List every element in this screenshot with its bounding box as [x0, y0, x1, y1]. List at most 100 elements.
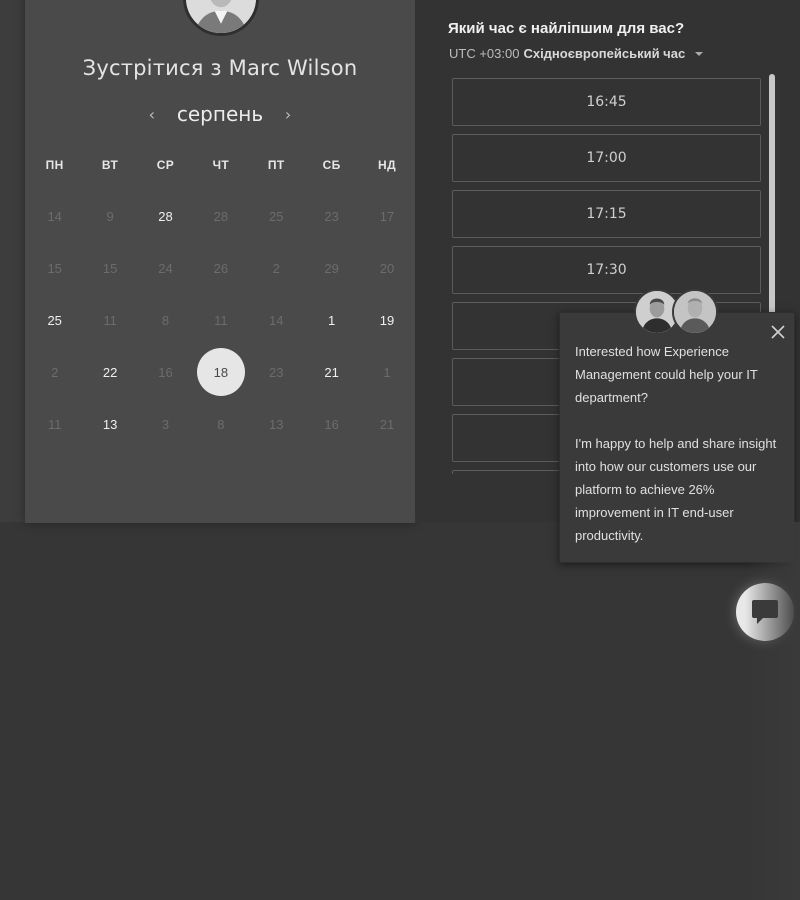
calendar-day-selected[interactable]: 18 [193, 346, 248, 398]
calendar-day-number: 13 [102, 416, 118, 432]
calendar-day-number: 21 [324, 364, 339, 380]
scrollbar-thumb[interactable] [769, 74, 775, 322]
calendar-day: 14 [27, 190, 82, 242]
calendar-day-number: 11 [214, 312, 228, 328]
calendar-day-number: 2 [51, 364, 59, 380]
time-question: Який час є найліпшим для вас? [448, 20, 685, 37]
calendar-day-number: 23 [269, 364, 284, 380]
calendar-day[interactable]: 22 [82, 346, 137, 398]
calendar-day: 20 [359, 242, 414, 294]
calendar-day-number: 11 [103, 312, 117, 328]
weekday-label: ПТ [267, 158, 285, 172]
calendar-day-number: 9 [106, 208, 114, 224]
calendar-day: 16 [138, 346, 193, 398]
chevron-left-icon[interactable]: ‹ [145, 105, 159, 124]
calendar-day-number: 18 [196, 348, 245, 396]
calendar-day-number: 8 [161, 312, 170, 328]
calendar-day: 17 [359, 190, 414, 242]
calendar-day-number: 24 [158, 260, 173, 276]
calendar-day: 21 [359, 398, 414, 450]
calendar-day: 29 [304, 242, 359, 294]
calendar-day-number: 25 [269, 208, 284, 224]
calendar-day-number: 19 [379, 312, 395, 328]
calendar-week: 11 13 3 8 13 16 21 [27, 398, 415, 450]
calendar-day-number: 11 [47, 416, 62, 432]
calendar-day: 9 [82, 190, 137, 242]
calendar-day-number: 2 [272, 260, 280, 276]
calendar-day: 28 [193, 190, 248, 242]
calendar-day-number: 28 [213, 208, 229, 224]
time-slot-button[interactable]: 17:15 [452, 190, 761, 238]
caret-down-icon [695, 51, 704, 56]
weekday-header: ПН ВТ СР ЧТ ПТ СБ НД [27, 158, 415, 172]
weekday-label: СР [156, 158, 175, 172]
calendar-day-number: 8 [217, 416, 225, 432]
month-navigation: ‹ серпень › [25, 100, 415, 128]
calendar-day: 8 [193, 398, 248, 450]
weekday-label: ПН [45, 158, 64, 172]
calendar-day[interactable]: 28 [138, 190, 193, 242]
calendar-day-number: 23 [324, 208, 339, 224]
calendar-day-number: 1 [328, 312, 336, 328]
calendar-day: 13 [249, 398, 304, 450]
calendar-day-number: 28 [158, 208, 173, 224]
calendar-week: 15 15 24 26 2 29 20 [27, 242, 415, 294]
calendar-week: 2 22 16 18 23 21 1 [27, 346, 415, 398]
side-shade [745, 522, 800, 900]
calendar-day: 16 [304, 398, 359, 450]
calendar-day: 11 [27, 398, 82, 450]
time-slot-button[interactable]: 17:30 [452, 246, 761, 294]
timezone-selector[interactable]: UTC +03:00 Східноєвропейський час [449, 46, 704, 61]
close-icon[interactable] [770, 324, 786, 340]
calendar-day[interactable]: 21 [304, 346, 359, 398]
calendar-day-number: 17 [379, 208, 395, 224]
weekday-label: НД [378, 158, 397, 172]
calendar-week: 25 11 8 11 14 1 19 [27, 294, 415, 346]
calendar-day-number: 22 [102, 364, 118, 380]
agent-avatar-2 [672, 289, 718, 335]
calendar-day-number: 26 [213, 260, 229, 276]
time-slot-button[interactable]: 16:45 [452, 78, 761, 126]
calendar-day-number: 29 [324, 260, 339, 276]
calendar-day[interactable]: 19 [359, 294, 414, 346]
calendar-day: 1 [359, 346, 414, 398]
calendar-day-number: 21 [379, 416, 395, 432]
calendar-day[interactable]: 25 [27, 294, 82, 346]
calendar-day-number: 14 [47, 208, 62, 224]
calendar-day: 14 [249, 294, 304, 346]
weekday-label: СБ [322, 158, 341, 172]
calendar-day[interactable]: 1 [304, 294, 359, 346]
calendar-day-number: 14 [269, 312, 284, 328]
timezone-offset: UTC +03:00 [449, 46, 520, 61]
weekday-label: ЧТ [212, 158, 230, 172]
calendar-day-number: 16 [158, 364, 173, 380]
calendar-week: 14 9 28 28 25 23 17 [27, 190, 415, 242]
calendar-day: 23 [304, 190, 359, 242]
calendar-day[interactable]: 13 [82, 398, 137, 450]
calendar-day-number: 15 [102, 260, 118, 276]
calendar-day: 24 [138, 242, 193, 294]
calendar-day-number: 15 [47, 260, 62, 276]
chevron-right-icon[interactable]: › [281, 105, 295, 124]
calendar-day: 11 [82, 294, 137, 346]
calendar-day-number: 3 [161, 416, 170, 432]
calendar-grid: 14 9 28 28 25 23 17 15 15 24 26 2 29 20 25 11 8 11 14 1 19 2 2… [27, 190, 415, 450]
calendar-day: 26 [193, 242, 248, 294]
timezone-name: Східноєвропейський час [523, 46, 686, 61]
calendar-day: 15 [82, 242, 137, 294]
meeting-title-prefix: Зустрітися з [82, 56, 229, 80]
calendar-day: 11 [193, 294, 248, 346]
chat-message-1: Interested how Experience Management cou… [575, 344, 758, 405]
calendar-day-number: 13 [269, 416, 284, 432]
time-slot-button[interactable]: 17:00 [452, 134, 761, 182]
calendar-day: 8 [138, 294, 193, 346]
calendar-day-number: 16 [324, 416, 339, 432]
host-name: Marc Wilson [228, 56, 358, 80]
weekday-label: ВТ [101, 158, 119, 172]
calendar-day: 15 [27, 242, 82, 294]
calendar-day: 23 [249, 346, 304, 398]
calendar-day: 25 [249, 190, 304, 242]
meeting-title: Зустрітися з Marc Wilson [25, 56, 415, 80]
calendar-day-number: 1 [383, 364, 391, 380]
calendar-day-number: 25 [47, 312, 62, 328]
